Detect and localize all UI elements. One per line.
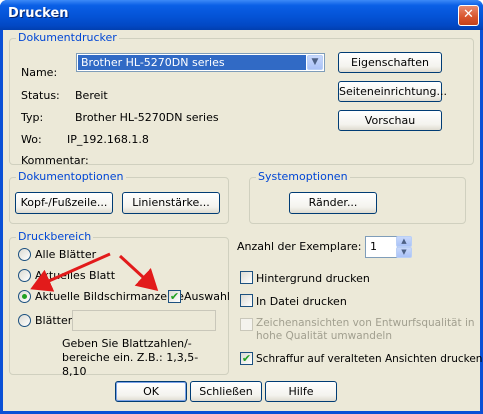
title-bar[interactable]: Drucken ✕: [0, 0, 483, 30]
document-options-group: Dokumentoptionen Kopf-/Fußzeile... Linie…: [9, 170, 229, 224]
all-sheets-radio[interactable]: [18, 248, 31, 261]
line-width-button[interactable]: Linienstärke...: [122, 192, 220, 214]
print-to-file-checkbox[interactable]: [240, 294, 253, 307]
selection-checkbox[interactable]: ✔: [168, 290, 181, 303]
system-options-legend: Systemoptionen: [256, 170, 350, 183]
all-sheets-label[interactable]: Alle Blätter: [35, 248, 96, 261]
printer-select[interactable]: Brother HL-5270DN series ▼: [76, 53, 325, 72]
close-button[interactable]: Schließen: [190, 381, 262, 402]
draft-quality-label: Zeichenansichten von Entwurfsqualität in…: [256, 317, 475, 342]
properties-button[interactable]: Eigenschaften: [338, 52, 442, 73]
background-checkbox[interactable]: [240, 271, 253, 284]
print-range-legend: Druckbereich: [16, 230, 94, 243]
print-range-group: Druckbereich Alle Blätter Aktuelles Blat…: [9, 230, 230, 378]
copies-spinner[interactable]: ▲ ▼: [396, 236, 412, 258]
printer-type-value: Brother HL-5270DN series: [75, 111, 219, 124]
dialog-body: Dokumentdrucker Name: Brother HL-5270DN …: [3, 30, 482, 411]
chevron-down-icon[interactable]: ▼: [307, 55, 323, 70]
print-to-file-label[interactable]: In Datei drucken: [256, 295, 347, 308]
page-setup-button[interactable]: Seiteneinrichtung...: [338, 81, 447, 102]
printer-select-value: Brother HL-5270DN series: [78, 55, 306, 70]
printer-comment-label: Kommentar:: [21, 154, 89, 167]
print-dialog-window: Drucken ✕ Dokumentdrucker Name: Brother …: [0, 0, 483, 414]
printer-location-value: IP_192.168.1.8: [67, 133, 149, 146]
margins-button[interactable]: Ränder...: [289, 192, 377, 214]
sheets-hint-text: Geben Sie Blattzahlen/-bereiche ein. Z.B…: [62, 337, 199, 378]
ok-button[interactable]: OK: [115, 381, 187, 402]
background-label[interactable]: Hintergrund drucken: [256, 272, 370, 285]
close-icon[interactable]: ✕: [458, 5, 479, 26]
current-view-label[interactable]: Aktuelle Bildschirmanzeige: [35, 290, 184, 303]
spin-up-icon[interactable]: ▲: [396, 236, 412, 247]
copies-label: Anzahl der Exemplare:: [237, 240, 362, 253]
header-footer-button[interactable]: Kopf-/Fußzeile...: [15, 192, 113, 214]
selection-label[interactable]: Auswahl: [184, 290, 230, 303]
help-button[interactable]: Hilfe: [265, 381, 337, 402]
copies-input[interactable]: 1: [365, 236, 398, 258]
draft-quality-checkbox: [240, 318, 253, 331]
dialog-title: Drucken: [8, 6, 69, 21]
printer-status-label: Status:: [21, 89, 60, 102]
sheets-radio[interactable]: [18, 314, 31, 327]
printer-type-label: Typ:: [21, 111, 44, 124]
printer-group-legend: Dokumentdrucker: [16, 31, 119, 44]
printer-status-value: Bereit: [75, 89, 108, 102]
spin-down-icon[interactable]: ▼: [396, 247, 412, 258]
copies-value: 1: [370, 240, 377, 253]
sheets-range-input[interactable]: [72, 310, 216, 331]
active-sheet-radio[interactable]: [18, 269, 31, 282]
sheets-label[interactable]: Blätter:: [35, 314, 76, 327]
printer-name-label: Name:: [21, 66, 58, 79]
printer-location-label: Wo:: [21, 133, 42, 146]
document-options-legend: Dokumentoptionen: [16, 170, 126, 183]
hatching-checkbox[interactable]: ✔: [240, 352, 253, 365]
preview-button[interactable]: Vorschau: [338, 110, 442, 131]
printer-group: Dokumentdrucker Name: Brother HL-5270DN …: [9, 31, 474, 167]
system-options-group: Systemoptionen Ränder...: [249, 170, 466, 224]
current-view-radio[interactable]: [18, 290, 31, 303]
hatching-label[interactable]: Schraffur auf veralteten Ansichten druck…: [256, 353, 482, 365]
active-sheet-label[interactable]: Aktuelles Blatt: [35, 269, 115, 282]
